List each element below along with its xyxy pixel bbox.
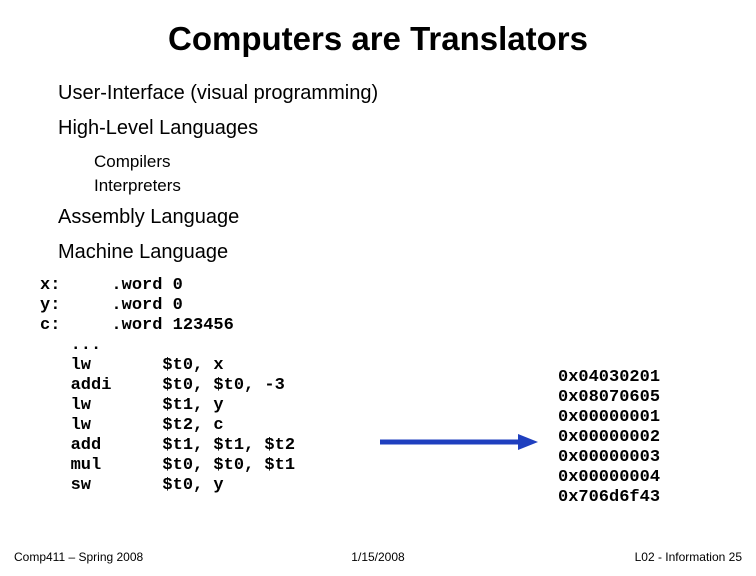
footer-left: Comp411 – Spring 2008 xyxy=(14,550,143,564)
bullet-compilers: Compilers xyxy=(94,152,756,172)
bullet-ml: Machine Language xyxy=(58,241,756,264)
bullet-hll: High-Level Languages xyxy=(58,117,756,140)
arrow-icon xyxy=(380,432,540,452)
bullet-ui: User-Interface (visual programming) xyxy=(58,82,756,105)
slide-title: Computers are Translators xyxy=(0,0,756,58)
hex-output-block: 0x04030201 0x08070605 0x00000001 0x00000… xyxy=(558,368,660,508)
footer-center: 1/15/2008 xyxy=(351,550,404,564)
footer-right: L02 - Information 25 xyxy=(635,550,742,564)
bullet-asm: Assembly Language xyxy=(58,206,756,229)
bullet-interpreters: Interpreters xyxy=(94,176,756,196)
